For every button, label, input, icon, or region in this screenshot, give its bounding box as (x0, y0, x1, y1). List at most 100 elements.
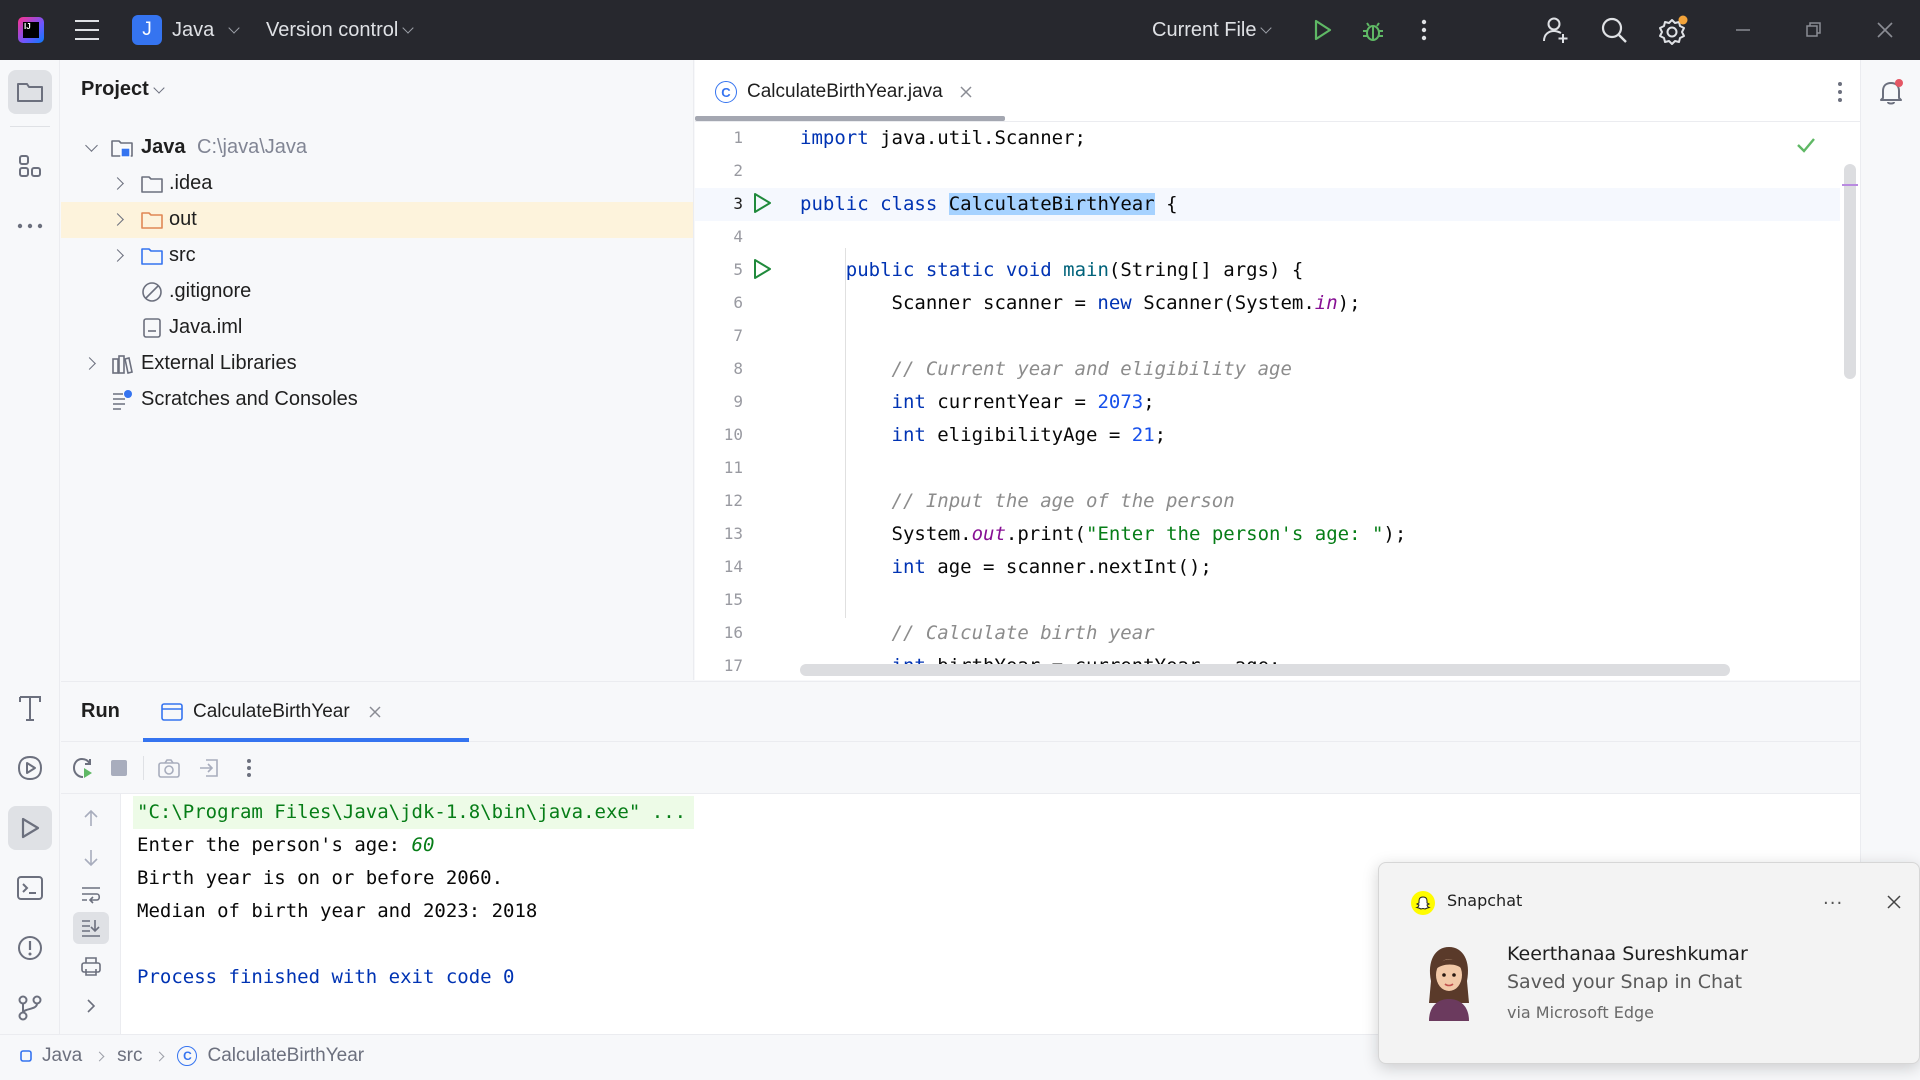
problems-icon[interactable] (8, 926, 52, 970)
minimize-icon[interactable] (1728, 16, 1758, 44)
chevron-right-icon[interactable] (111, 177, 124, 190)
more-icon[interactable] (1410, 16, 1438, 44)
code-line-current: public class CalculateBirthYear { (800, 188, 1840, 221)
code-line: int age = scanner.nextInt(); (891, 556, 1212, 578)
chevron-down-icon[interactable] (85, 139, 98, 152)
tree-item-label: Java.iml (169, 316, 243, 338)
line-number: 17 (723, 656, 743, 675)
run-toolbar (61, 742, 1860, 794)
breadcrumb-item[interactable]: Java (42, 1045, 82, 1067)
more-icon[interactable] (237, 756, 261, 780)
close-icon[interactable] (1870, 16, 1900, 44)
git-icon[interactable] (8, 986, 52, 1030)
tree-item-gitignore[interactable]: .gitignore (61, 274, 693, 310)
project-switcher[interactable]: J Java (132, 14, 240, 46)
chevron-right-icon[interactable] (111, 213, 124, 226)
scroll-to-end-icon[interactable] (73, 912, 109, 944)
app-logo-icon[interactable]: IJ (18, 17, 44, 43)
tree-item-idea[interactable]: .idea (61, 166, 693, 202)
stop-icon[interactable] (107, 756, 131, 780)
tree-item-label: .idea (169, 172, 213, 194)
tree-item-src[interactable]: src (61, 238, 693, 274)
debug-icon[interactable] (1358, 16, 1388, 46)
folder-icon[interactable] (8, 70, 52, 114)
tab-calculatebirthyear[interactable]: C CalculateBirthYear.java (715, 72, 973, 112)
run-panel-title: Run (81, 700, 120, 722)
line-number: 15 (723, 590, 743, 609)
run-gutter-icon[interactable] (751, 258, 773, 280)
close-icon[interactable] (1883, 891, 1905, 913)
hamburger-icon[interactable] (72, 16, 102, 44)
line-number: 4 (733, 227, 743, 246)
arrow-down-icon[interactable] (73, 842, 109, 874)
breadcrumb: Java src C CalculateBirthYear (20, 1045, 364, 1067)
camera-icon[interactable] (157, 756, 181, 780)
notification-body: Saved your Snap in Chat (1507, 971, 1743, 993)
settings-icon[interactable] (1656, 14, 1690, 48)
rerun-icon[interactable] (71, 756, 95, 780)
close-icon[interactable] (368, 705, 382, 719)
close-icon[interactable] (959, 85, 973, 99)
line-number: 7 (733, 326, 743, 345)
line-number: 6 (733, 293, 743, 312)
arrow-up-icon[interactable] (73, 802, 109, 834)
run-tool-icon[interactable] (8, 806, 52, 850)
add-user-icon[interactable] (1540, 14, 1572, 46)
search-icon[interactable] (1598, 14, 1630, 46)
code-line: public static void main(String[] args) { (845, 259, 1304, 281)
project-badge: J (132, 15, 162, 45)
run-icon[interactable] (1308, 16, 1336, 44)
code-area[interactable]: import java.util.Scanner; public class C… (800, 122, 1840, 680)
tree-item-label: src (169, 244, 196, 266)
line-number: 3 (733, 194, 743, 213)
chevron-right-icon (94, 1051, 105, 1061)
build-icon[interactable] (8, 686, 52, 730)
tree-item-label: .gitignore (169, 280, 252, 302)
breadcrumb-item[interactable]: src (117, 1045, 142, 1067)
breadcrumb-item[interactable]: CalculateBirthYear (207, 1045, 364, 1067)
scroll-marker (1842, 184, 1858, 186)
structure-icon[interactable] (8, 144, 52, 188)
chevron-down-icon (402, 22, 414, 34)
print-icon[interactable] (73, 950, 109, 982)
notification-toast[interactable]: Snapchat ··· Keerthanaa Sureshkumar Save… (1378, 862, 1920, 1064)
more-tools-icon[interactable] (8, 204, 52, 248)
vertical-scrollbar[interactable] (1844, 164, 1856, 379)
chevron-right-icon[interactable] (73, 990, 109, 1022)
run-config-selector[interactable]: Current File (1152, 14, 1273, 46)
line-number: 1 (733, 128, 743, 147)
vcs-switcher[interactable]: Version control (266, 14, 414, 46)
more-icon[interactable] (1830, 80, 1850, 104)
chevron-right-icon[interactable] (111, 249, 124, 262)
code-editor[interactable]: C CalculateBirthYear.java import java.ut… (695, 60, 1860, 680)
terminal-icon[interactable] (8, 866, 52, 910)
maximize-icon[interactable] (1798, 16, 1828, 44)
more-icon[interactable]: ··· (1823, 893, 1843, 914)
tree-item-java-iml[interactable]: Java.iml (61, 310, 693, 346)
tree-item-out[interactable]: out (61, 202, 693, 238)
run-panel-header: Run CalculateBirthYear (61, 682, 1860, 742)
run-gutter-icon[interactable] (751, 192, 773, 214)
class-icon: C (177, 1046, 198, 1066)
line-number: 13 (723, 524, 743, 543)
module-folder-icon (111, 140, 133, 158)
bell-icon[interactable] (1869, 70, 1913, 114)
exit-icon[interactable] (197, 756, 221, 780)
source-folder-icon (141, 248, 163, 265)
tree-item-java[interactable]: Java C:\java\Java (61, 130, 693, 166)
tree-item-label: out (169, 208, 197, 230)
project-panel-header[interactable]: Project (81, 78, 165, 101)
services-icon[interactable] (8, 746, 52, 790)
console-command-line: "C:\Program Files\Java\jdk-1.8\bin\java.… (133, 796, 695, 829)
run-tab[interactable]: CalculateBirthYear (161, 696, 382, 728)
tree-item-external-libraries[interactable]: External Libraries (61, 346, 693, 382)
chevron-right-icon[interactable] (83, 357, 96, 370)
soft-wrap-icon[interactable] (73, 878, 109, 910)
scratches-icon (113, 390, 132, 410)
horizontal-scrollbar[interactable] (800, 664, 1730, 676)
tree-item-scratches[interactable]: Scratches and Consoles (61, 382, 693, 418)
